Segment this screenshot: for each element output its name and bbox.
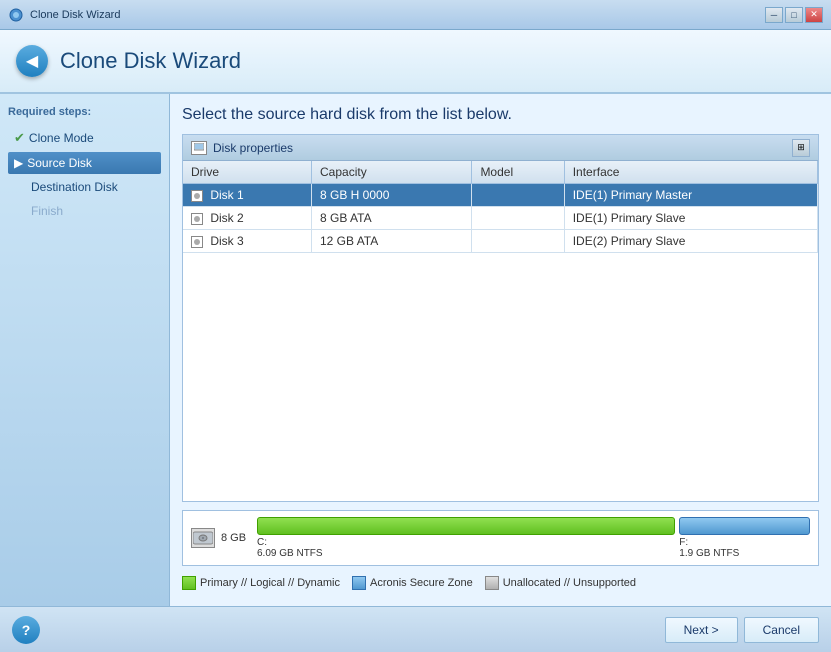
partition-bars: C: 6.09 GB NTFS F: 1.9 GB NTFS [257,517,810,559]
back-icon: ◀ [26,51,38,71]
table-row[interactable]: Disk 3 12 GB ATA IDE(2) Primary Slave [183,230,818,253]
app-title: Clone Disk Wizard [60,48,241,74]
legend-box-gray [485,576,499,590]
close-button[interactable]: ✕ [805,7,823,23]
partition-f-size: 1.9 GB NTFS [679,548,739,559]
legend-item-acronis: Acronis Secure Zone [352,576,473,590]
arrow-icon: ▶ [14,156,23,170]
bar-f [679,517,810,535]
drive-name-1: Disk 1 [210,188,243,202]
bar-c [257,517,675,535]
title-bar: Clone Disk Wizard ─ □ ✕ [0,0,831,30]
partition-c-size: 6.09 GB NTFS [257,548,323,559]
sidebar-clone-mode-label: Clone Mode [29,131,94,145]
back-button[interactable]: ◀ [16,45,48,77]
legend-item-unallocated: Unallocated // Unsupported [485,576,636,590]
cell-interface-3: IDE(2) Primary Slave [564,230,817,253]
partition-f: F: 1.9 GB NTFS [679,517,810,559]
partition-c: C: 6.09 GB NTFS [257,517,675,559]
disk-viz-icon [191,528,215,548]
footer-left: ? [12,616,40,644]
cell-model-2 [472,207,564,230]
disk-icon-2 [191,213,203,225]
disk-viz-row: 8 GB C: 6.09 GB NTFS F: 1.9 GB NTFS [191,517,810,559]
panel-header-title: Disk properties [213,141,792,155]
col-interface: Interface [564,161,817,184]
sidebar-finish-label: Finish [31,204,63,218]
disk-properties-panel: Disk properties ⊞ Drive Capacity Model I… [182,134,819,502]
partition-f-name: F: [679,537,688,548]
sidebar-item-finish: Finish [8,200,161,222]
partition-c-name: C: [257,537,267,548]
cell-drive-1: Disk 1 [183,184,312,207]
legend-acronis-label: Acronis Secure Zone [370,577,473,589]
next-button[interactable]: Next > [665,617,738,643]
cell-drive-3: Disk 3 [183,230,312,253]
col-drive: Drive [183,161,312,184]
sidebar-item-source-disk[interactable]: ▶ Source Disk [8,152,161,174]
col-capacity: Capacity [312,161,472,184]
main-layout: Required steps: ✔ Clone Mode ▶ Source Di… [0,94,831,606]
legend-unallocated-label: Unallocated // Unsupported [503,577,636,589]
table-row[interactable]: Disk 1 8 GB H 0000 IDE(1) Primary Master [183,184,818,207]
content-area: Select the source hard disk from the lis… [170,94,831,606]
disk-visualization: 8 GB C: 6.09 GB NTFS F: 1.9 GB NTFS [182,510,819,566]
disk-table-container: Drive Capacity Model Interface Disk 1 [183,161,818,501]
legend-item-primary: Primary // Logical // Dynamic [182,576,340,590]
table-header-row: Drive Capacity Model Interface [183,161,818,184]
content-title: Select the source hard disk from the lis… [182,106,819,124]
disk-table: Drive Capacity Model Interface Disk 1 [183,161,818,253]
cell-interface-1: IDE(1) Primary Master [564,184,817,207]
window-icon [8,7,24,23]
partition-f-label: F: 1.9 GB NTFS [679,537,810,559]
cell-model-3 [472,230,564,253]
disk-icon-3 [191,236,203,248]
sidebar-item-destination-disk[interactable]: Destination Disk [8,176,161,198]
panel-header-icon [191,141,207,155]
app-header: ◀ Clone Disk Wizard [0,30,831,94]
cell-drive-2: Disk 2 [183,207,312,230]
drive-name-3: Disk 3 [210,234,243,248]
help-icon: ? [22,622,31,638]
panel-options-button[interactable]: ⊞ [792,139,810,157]
drive-name-2: Disk 2 [210,211,243,225]
legend: Primary // Logical // Dynamic Acronis Se… [182,572,819,594]
check-icon: ✔ [14,130,25,146]
sidebar-required-label: Required steps: [8,106,161,118]
panel-header: Disk properties ⊞ [183,135,818,161]
sidebar-item-clone-mode[interactable]: ✔ Clone Mode [8,126,161,150]
cell-capacity-1: 8 GB H 0000 [312,184,472,207]
footer: ? Next > Cancel [0,606,831,652]
minimize-button[interactable]: ─ [765,7,783,23]
window-title: Clone Disk Wizard [30,9,765,21]
disk-icon-1 [191,190,203,202]
table-row[interactable]: Disk 2 8 GB ATA IDE(1) Primary Slave [183,207,818,230]
cell-interface-2: IDE(1) Primary Slave [564,207,817,230]
legend-box-blue [352,576,366,590]
maximize-button[interactable]: □ [785,7,803,23]
cell-model-1 [472,184,564,207]
sidebar-destination-label: Destination Disk [31,180,118,194]
help-button[interactable]: ? [12,616,40,644]
partition-c-label: C: 6.09 GB NTFS [257,537,675,559]
sidebar: Required steps: ✔ Clone Mode ▶ Source Di… [0,94,170,606]
sidebar-source-disk-label: Source Disk [27,156,92,170]
cancel-button[interactable]: Cancel [744,617,819,643]
window-controls: ─ □ ✕ [765,7,823,23]
cell-capacity-2: 8 GB ATA [312,207,472,230]
col-model: Model [472,161,564,184]
cell-capacity-3: 12 GB ATA [312,230,472,253]
legend-box-green [182,576,196,590]
disk-size-label: 8 GB [221,532,251,544]
footer-right: Next > Cancel [665,617,819,643]
legend-primary-label: Primary // Logical // Dynamic [200,577,340,589]
